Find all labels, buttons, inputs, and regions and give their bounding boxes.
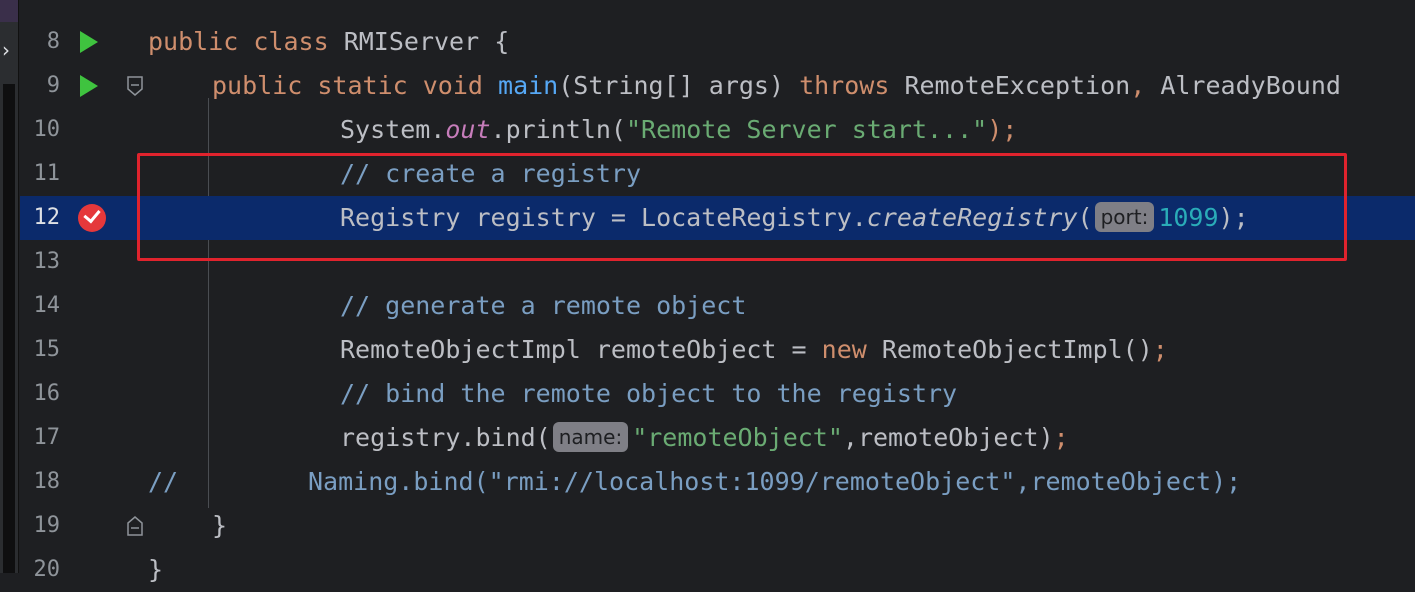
code-comment: // bbox=[148, 467, 179, 496]
line-number: 15 bbox=[33, 337, 61, 362]
code-line: 18 // Naming.bind("rmi://localhost:1099/… bbox=[20, 460, 1415, 504]
line-number: 19 bbox=[33, 513, 61, 538]
code-text: public class RMIServer { bbox=[148, 27, 510, 56]
expand-chevron-icon[interactable]: › bbox=[2, 38, 10, 62]
code-comment: // create a registry bbox=[340, 159, 642, 188]
parameter-hint: name: bbox=[552, 422, 629, 452]
parameter-hint: port: bbox=[1094, 202, 1155, 232]
line-number: 9 bbox=[46, 73, 60, 98]
code-line: 15 RemoteObjectImpl remoteObject = new R… bbox=[20, 328, 1415, 372]
code-text: } bbox=[148, 555, 164, 584]
line-number: 13 bbox=[33, 249, 61, 274]
line-number: 8 bbox=[46, 29, 60, 54]
breakpoint-icon[interactable] bbox=[78, 204, 106, 232]
line-number: 14 bbox=[33, 293, 61, 318]
code-line: 9 public static void main(String[] args)… bbox=[20, 64, 1415, 108]
code-line: 17 registry.bind(name: "remoteObject",rem… bbox=[20, 416, 1415, 460]
code-line: 16 // bind the remote object to the regi… bbox=[20, 372, 1415, 416]
fold-icon[interactable] bbox=[127, 76, 143, 96]
line-number: 12 bbox=[33, 205, 61, 230]
code-text: public static void main(String[] args) t… bbox=[212, 71, 1341, 100]
code-line: 13 bbox=[20, 240, 1415, 284]
code-comment: Naming.bind("rmi://localhost:1099/remote… bbox=[308, 467, 1242, 496]
line-number: 20 bbox=[33, 557, 61, 582]
line-number: 18 bbox=[33, 469, 61, 494]
code-line: 7 bbox=[20, 0, 1415, 10]
line-number: 11 bbox=[33, 161, 61, 186]
code-text: RemoteObjectImpl remoteObject = new Remo… bbox=[340, 335, 1168, 364]
code-comment: // generate a remote object bbox=[340, 291, 747, 320]
code-text: registry.bind(name: "remoteObject",remote… bbox=[340, 422, 1069, 452]
run-icon[interactable] bbox=[80, 75, 98, 97]
code-text: Registry registry = LocateRegistry.creat… bbox=[340, 202, 1249, 232]
line-number: 17 bbox=[33, 425, 61, 450]
code-line: 11 // create a registry bbox=[20, 152, 1415, 196]
code-line: 20 } bbox=[20, 548, 1415, 592]
code-comment: // bind the remote object to the registr… bbox=[340, 379, 958, 408]
code-line: 8 public class RMIServer { bbox=[20, 20, 1415, 64]
code-text: } bbox=[212, 511, 228, 540]
current-execution-line: 12 Registry registry = LocateRegistry.cr… bbox=[20, 196, 1415, 240]
code-editor[interactable]: 7 8 public class RMIServer { 9 public st… bbox=[20, 0, 1415, 584]
tool-window-tab[interactable] bbox=[0, 0, 18, 22]
line-number: 7 bbox=[20, 0, 60, 10]
code-line: 14 // generate a remote object bbox=[20, 284, 1415, 328]
code-line: 10 System.out.println("Remote Server sta… bbox=[20, 108, 1415, 152]
line-number: 10 bbox=[33, 117, 61, 142]
tool-window-bar bbox=[3, 84, 15, 573]
line-number: 16 bbox=[33, 381, 61, 406]
fold-icon[interactable] bbox=[127, 516, 143, 536]
code-text: System.out.println("Remote Server start.… bbox=[340, 115, 1018, 144]
run-icon[interactable] bbox=[80, 31, 98, 53]
tool-window-strip: › bbox=[0, 0, 19, 573]
code-line: 19 } bbox=[20, 504, 1415, 548]
